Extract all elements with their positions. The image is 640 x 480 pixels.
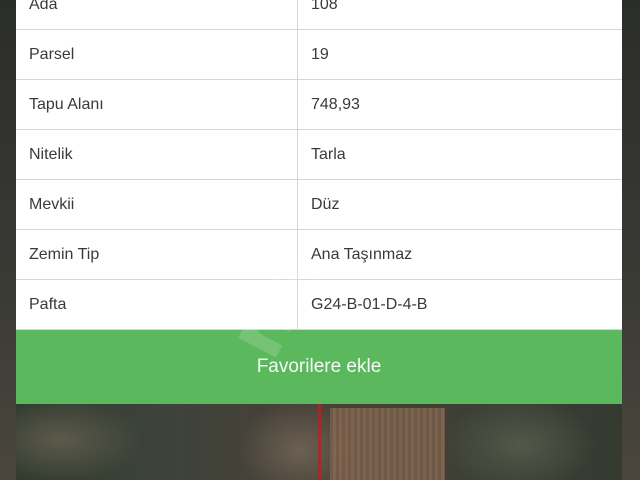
row-value: G24-B-01-D-4-B: [297, 279, 622, 330]
row-value: Ana Taşınmaz: [297, 229, 622, 280]
row-label: Parsel: [16, 29, 298, 80]
row-label: Ada: [16, 0, 298, 30]
table-row: Zemin Tip Ana Taşınmaz: [16, 229, 622, 280]
row-label: Mevkii: [16, 179, 298, 230]
row-label: Tapu Alanı: [16, 79, 298, 130]
row-label: Pafta: [16, 279, 298, 330]
row-value: Düz: [297, 179, 622, 230]
add-to-favorites-button[interactable]: Favorilere ekle: [16, 330, 622, 404]
row-label: Zemin Tip: [16, 229, 298, 280]
parcel-info-panel: Ada 108 Parsel 19 Tapu Alanı 748,93 Nite…: [16, 0, 622, 404]
map-field-texture: [330, 408, 445, 480]
table-row: Tapu Alanı 748,93: [16, 79, 622, 130]
map-right-edge: [622, 0, 640, 480]
row-value: 19: [297, 29, 622, 80]
table-row: Nitelik Tarla: [16, 129, 622, 180]
parcel-info-table: Ada 108 Parsel 19 Tapu Alanı 748,93 Nite…: [16, 0, 622, 330]
map-left-edge: [0, 0, 16, 480]
row-value: 748,93: [297, 79, 622, 130]
row-label: Nitelik: [16, 129, 298, 180]
table-row: Mevkii Düz: [16, 179, 622, 230]
map-road-marker: [318, 400, 321, 480]
row-value: 108: [297, 0, 622, 30]
table-row: Ada 108: [16, 0, 622, 30]
row-value: Tarla: [297, 129, 622, 180]
table-row: Parsel 19: [16, 29, 622, 80]
table-row: Pafta G24-B-01-D-4-B: [16, 279, 622, 330]
